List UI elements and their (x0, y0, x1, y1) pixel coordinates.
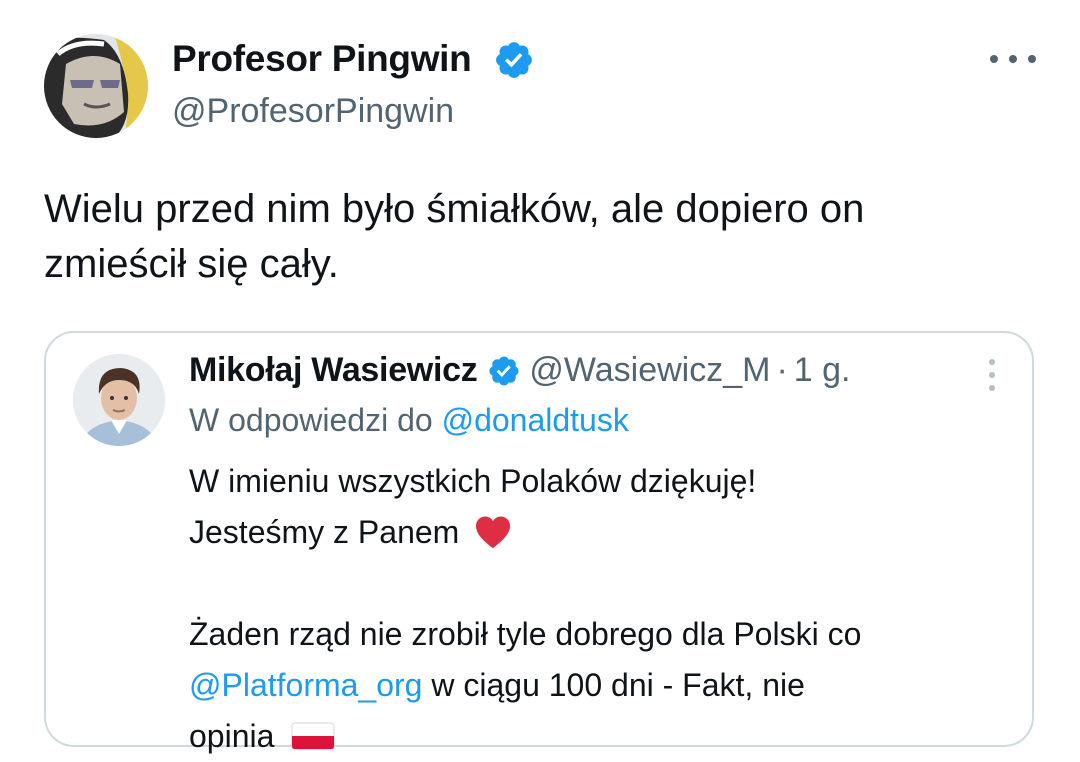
reply-mention-link[interactable]: @donaldtusk (442, 402, 629, 438)
quoted-text-line: @Platforma_org w ciągu 100 dni - Fakt, n… (189, 660, 1009, 711)
tweet-text-line: Wielu przed nim było śmiałków, ale dopie… (44, 187, 865, 231)
reply-context: W odpowiedzi do @donaldtusk (189, 402, 629, 439)
separator-dot: · (776, 351, 788, 389)
dot (1009, 55, 1017, 63)
quoted-author-handle[interactable]: @Wasiewicz_M (529, 351, 770, 390)
quoted-text-line: Żaden rząd nie zrobił tyle dobrego dla P… (189, 616, 862, 652)
quoted-text-fragment: opinia (189, 718, 275, 754)
reply-prefix: W odpowiedzi do (189, 402, 433, 438)
more-options-icon[interactable] (990, 46, 1036, 72)
quoted-text-fragment: w ciągu 100 dni - Fakt, nie (431, 667, 805, 703)
quoted-text-line: opinia (189, 711, 1009, 762)
dot (1028, 55, 1036, 63)
author-name[interactable]: Profesor Pingwin (172, 38, 472, 80)
quoted-tweet-text: W imieniu wszystkich Polaków dziękuję! J… (189, 456, 1009, 762)
dot (989, 359, 995, 365)
verified-badge-icon (496, 42, 532, 78)
tweet-text-line: zmieścił się cały. (44, 242, 339, 286)
quoted-tweet-header: Mikołaj Wasiewicz @Wasiewicz_M · 1 g. (189, 351, 851, 390)
dot (989, 372, 995, 378)
author-avatar[interactable] (44, 34, 148, 138)
more-vertical-icon[interactable] (986, 359, 998, 391)
heart-emoji-icon (476, 516, 511, 549)
quoted-timestamp[interactable]: 1 g. (794, 351, 851, 390)
quoted-tweet-card[interactable]: Mikołaj Wasiewicz @Wasiewicz_M · 1 g. W … (44, 331, 1034, 754)
verified-badge-icon (489, 355, 519, 386)
quoted-text-line: Jesteśmy z Panem (189, 507, 1009, 558)
dot (990, 55, 998, 63)
tweet-text: Wielu przed nim było śmiałków, ale dopie… (44, 182, 1034, 292)
dot (989, 385, 995, 391)
quoted-author-avatar[interactable] (73, 354, 165, 446)
author-handle[interactable]: @ProfesorPingwin (172, 92, 454, 131)
quoted-text-line: W imieniu wszystkich Polaków dziękuję! (189, 463, 757, 499)
mention-link[interactable]: @Platforma_org (189, 667, 422, 703)
quoted-text-fragment: Jesteśmy z Panem (189, 514, 460, 550)
quoted-author-name[interactable]: Mikołaj Wasiewicz (189, 351, 478, 390)
poland-flag-emoji-icon (291, 722, 335, 750)
